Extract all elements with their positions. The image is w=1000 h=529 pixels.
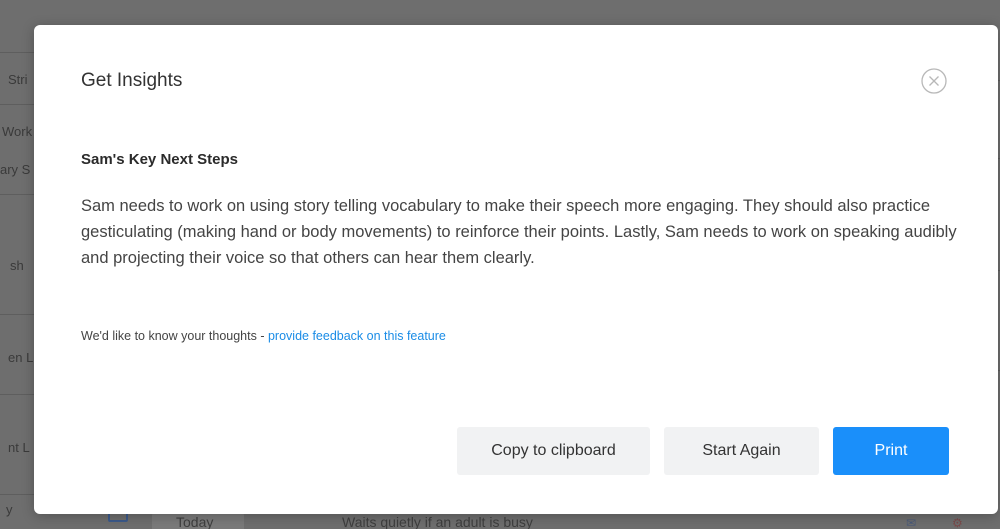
close-circle-icon: [921, 68, 947, 94]
background-text: nt L: [8, 440, 30, 455]
insight-text: Sam needs to work on using story telling…: [81, 197, 957, 267]
background-row: [0, 0, 34, 53]
background-row: [0, 194, 34, 315]
background-text: en L: [8, 350, 34, 365]
mail-icon: ✉: [906, 516, 917, 529]
background-text: ary S: [0, 162, 31, 177]
feedback-prefix: We'd like to know your thoughts -: [81, 329, 268, 343]
modal-backdrop[interactable]: Stri Work ary S sh en L nt L y Today Wai…: [0, 0, 1000, 529]
close-button[interactable]: [921, 68, 947, 94]
feedback-link[interactable]: provide feedback on this feature: [268, 329, 446, 343]
background-row: [0, 104, 34, 195]
start-again-button[interactable]: Start Again: [664, 427, 819, 475]
background-date-label: Today: [176, 514, 214, 529]
modal-title: Get Insights: [81, 70, 183, 91]
feedback-prompt: We'd like to know your thoughts - provid…: [81, 329, 446, 343]
print-button[interactable]: Print: [833, 427, 949, 475]
background-text: Work: [2, 124, 33, 139]
settings-icon: ⚙: [952, 516, 963, 529]
background-text: y: [6, 502, 13, 517]
section-title: Sam's Key Next Steps: [81, 151, 238, 168]
background-left-column: Stri Work ary S sh en L nt L y: [0, 0, 34, 529]
background-text: sh: [10, 258, 24, 273]
copy-to-clipboard-button[interactable]: Copy to clipboard: [457, 427, 650, 475]
insights-modal: Get Insights Sam's Key Next Steps Sam ne…: [34, 25, 998, 514]
background-text: Stri: [8, 72, 28, 87]
background-behaviour-text: Waits quietly if an adult is busy: [342, 514, 533, 529]
